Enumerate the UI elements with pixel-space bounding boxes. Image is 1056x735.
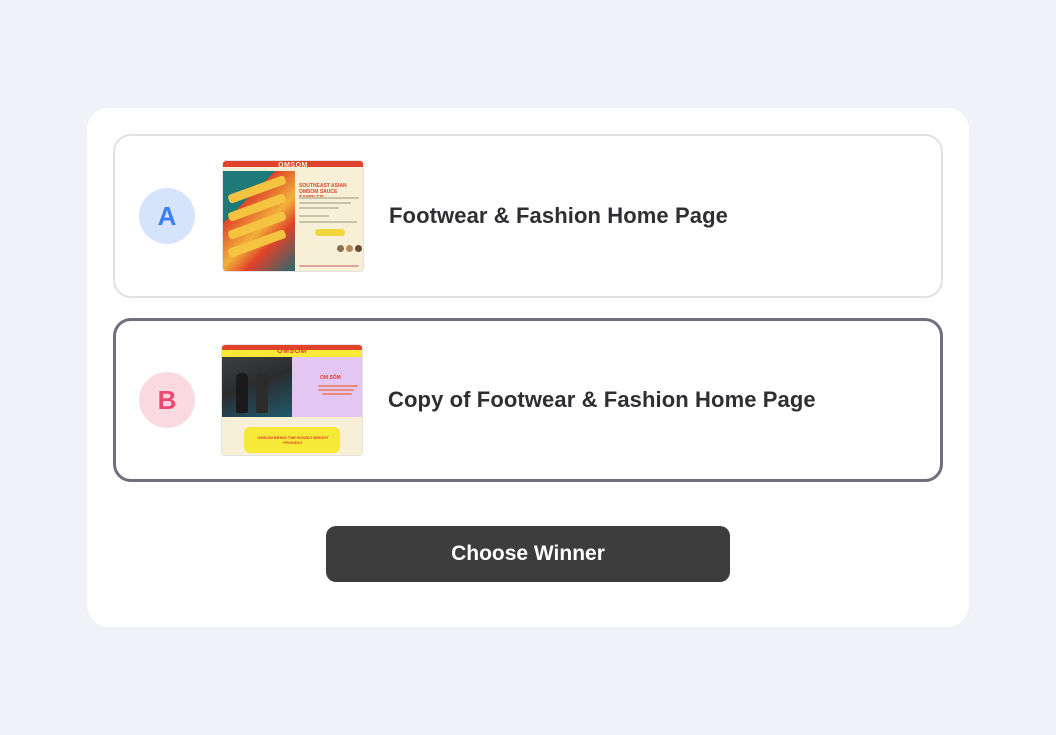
option-b-badge: B [139,372,195,428]
thumbnail-pink-panel [292,357,362,417]
choose-winner-button[interactable]: Choose Winner [326,526,730,582]
option-a[interactable]: A OMSOM SOUTHEAST ASIAN OMSOM SAUCE SAMP… [113,134,943,298]
ab-test-card: A OMSOM SOUTHEAST ASIAN OMSOM SAUCE SAMP… [87,108,969,627]
option-a-thumbnail: OMSOM SOUTHEAST ASIAN OMSOM SAUCE SAMPLE… [222,160,364,272]
thumbnail-brand: OMSOM [277,348,307,355]
option-a-badge: A [139,188,195,244]
option-a-title: Footwear & Fashion Home Page [389,203,728,228]
option-b-thumbnail: OMSOM OM SÔM OMSOM BRING THE ROWDY BRIGH… [221,344,363,456]
thumbnail-brand: OMSOM [278,162,308,169]
thumbnail-hero-photo [222,357,292,417]
option-b-title: Copy of Footwear & Fashion Home Page [388,387,816,412]
thumbnail-heading: OM SÔM [320,375,341,381]
thumbnail-add-button [315,229,345,236]
thumbnail-product-image [223,171,295,271]
thumbnail-banner-text: OMSOM BRING THE ROWDY BRIGHT PROUDLY [257,435,329,445]
option-b[interactable]: B OMSOM OM SÔM OMSOM BRING THE ROWDY BRI… [113,318,943,482]
